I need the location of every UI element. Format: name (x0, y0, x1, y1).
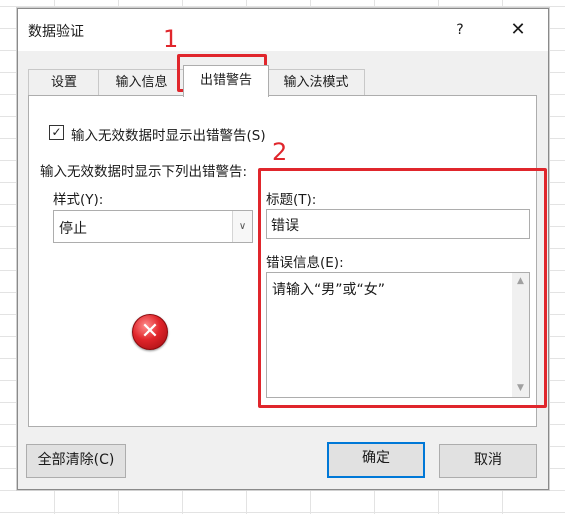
help-icon[interactable]: ? (446, 17, 474, 43)
title-value: 错误 (271, 218, 299, 234)
section-divider (271, 169, 521, 170)
annotation-marker-1: 1 (163, 25, 179, 53)
style-value: 停止 (59, 221, 87, 237)
chevron-down-icon[interactable]: ∨ (232, 211, 252, 242)
scroll-down-icon[interactable]: ▼ (512, 380, 529, 397)
tab-error-alert[interactable]: 出错警告 (183, 65, 269, 97)
error-stop-icon: ✕ (132, 314, 168, 350)
dialog-titlebar: 数据验证 ? ✕ (18, 9, 548, 51)
show-error-alert-checkbox[interactable]: ✓ (49, 125, 64, 140)
clear-all-button[interactable]: 全部清除(C) (26, 444, 126, 478)
tab-input-message[interactable]: 输入信息 (98, 69, 185, 96)
close-icon[interactable]: ✕ (502, 17, 534, 43)
section-heading: 输入无效数据时显示下列出错警告: (40, 164, 248, 180)
error-x-glyph: ✕ (140, 319, 160, 344)
cancel-button[interactable]: 取消 (439, 444, 537, 478)
data-validation-dialog: 数据验证 ? ✕ 设置 输入信息 出错警告 输入法模式 ✓ 输入无效数据时显示出… (17, 8, 549, 490)
ok-button[interactable]: 确定 (327, 442, 425, 478)
show-error-alert-label[interactable]: 输入无效数据时显示出错警告(S) (71, 124, 266, 144)
annotation-marker-2: 2 (272, 138, 288, 166)
error-message-value: 请输入“男”或“女” (272, 282, 386, 298)
error-message-textarea[interactable]: 请输入“男”或“女” ▲ ▼ (266, 272, 530, 398)
title-input[interactable]: 错误 (266, 209, 530, 239)
title-label: 标题(T): (266, 192, 317, 208)
scroll-up-icon[interactable]: ▲ (512, 273, 529, 290)
style-dropdown[interactable]: 停止 ∨ (53, 210, 253, 243)
style-label: 样式(Y): (53, 192, 104, 208)
dialog-title: 数据验证 (28, 24, 84, 40)
tab-settings[interactable]: 设置 (28, 69, 100, 96)
textarea-scrollbar[interactable]: ▲ ▼ (512, 273, 529, 397)
message-label: 错误信息(E): (266, 255, 344, 271)
tab-ime-mode[interactable]: 输入法模式 (267, 69, 365, 96)
